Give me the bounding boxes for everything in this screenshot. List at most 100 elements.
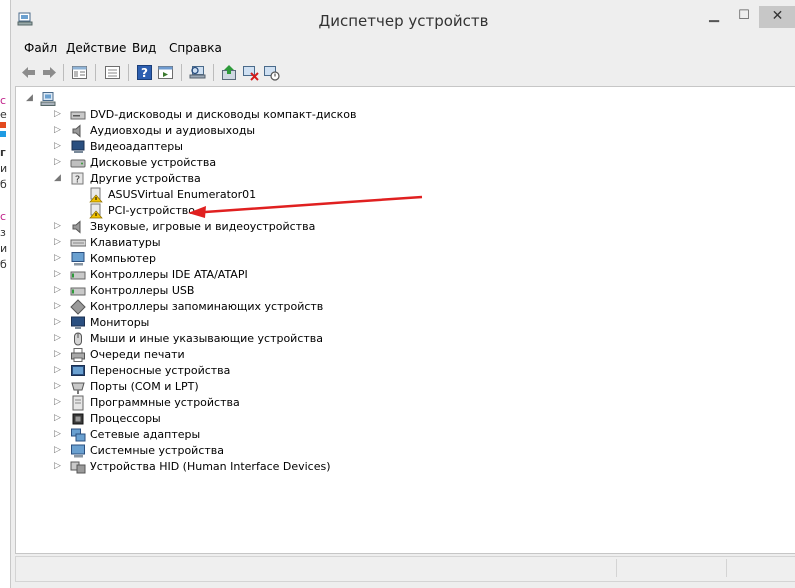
expand-arrow-icon[interactable]: ▷ bbox=[54, 461, 64, 471]
tree-category[interactable]: ▷ Аудиовходы и аудиовыходы bbox=[54, 123, 374, 139]
action-icon[interactable] bbox=[157, 64, 174, 81]
keyboard-icon bbox=[70, 239, 86, 247]
warning-device-icon bbox=[89, 203, 103, 219]
tree-category-label: Другие устройства bbox=[90, 172, 201, 185]
expand-arrow-icon[interactable]: ▷ bbox=[54, 237, 64, 247]
tree-category[interactable]: ▷ Звуковые, игровые и видеоустройства bbox=[54, 219, 374, 235]
tree-category[interactable]: ▷ Компьютер bbox=[54, 251, 374, 267]
tree-category-label: Видеоадаптеры bbox=[90, 140, 183, 153]
expand-arrow-icon[interactable]: ▷ bbox=[54, 445, 64, 455]
menu-action[interactable]: Действие bbox=[66, 41, 126, 55]
update-driver-icon[interactable] bbox=[221, 64, 238, 81]
expand-arrow-icon[interactable]: ▷ bbox=[54, 141, 64, 151]
expand-arrow-icon[interactable]: ▷ bbox=[54, 285, 64, 295]
tree-category-label: Порты (COM и LPT) bbox=[90, 380, 199, 393]
tree-category[interactable]: ▷ Устройства HID (Human Interface Device… bbox=[54, 459, 394, 475]
expand-arrow-icon[interactable]: ▷ bbox=[54, 365, 64, 375]
expand-arrow-icon[interactable]: ▷ bbox=[54, 413, 64, 423]
dvd-drive-icon bbox=[70, 111, 86, 120]
expand-arrow-icon[interactable]: ▷ bbox=[54, 221, 64, 231]
tree-category[interactable]: ▷ Сетевые адаптеры bbox=[54, 427, 374, 443]
tree-category[interactable]: ▷ Программные устройства bbox=[54, 395, 374, 411]
network-adapter-icon bbox=[71, 428, 86, 442]
warning-device-icon bbox=[89, 187, 103, 203]
speaker-icon bbox=[72, 124, 81, 138]
computer-icon bbox=[71, 252, 85, 266]
collapse-arrow-icon[interactable]: ◢ bbox=[54, 173, 64, 183]
menu-file[interactable]: Файл bbox=[24, 41, 57, 55]
tree-category[interactable]: ▷ Порты (COM и LPT) bbox=[54, 379, 374, 395]
expand-arrow-icon[interactable]: ▷ bbox=[54, 157, 64, 167]
hid-device-icon bbox=[70, 461, 86, 474]
tree-category[interactable]: ▷ Процессоры bbox=[54, 411, 374, 427]
processor-icon bbox=[72, 413, 84, 425]
tree-category[interactable]: ▷ Контроллеры USB bbox=[54, 283, 374, 299]
toolbar-separator bbox=[63, 64, 64, 81]
tree-root[interactable]: ◢ bbox=[26, 91, 226, 107]
menu-bar: Файл Действие Вид Справка bbox=[11, 38, 795, 58]
tree-category[interactable]: ▷ Контроллеры IDE ATA/ATAPI bbox=[54, 267, 374, 283]
tree-category[interactable]: ▷ Дисковые устройства bbox=[54, 155, 374, 171]
scan-hardware-icon[interactable] bbox=[189, 64, 206, 81]
tree-category-label: Клавиатуры bbox=[90, 236, 161, 249]
tree-category[interactable]: ▷ Системные устройства bbox=[54, 443, 374, 459]
expand-arrow-icon[interactable]: ▷ bbox=[54, 397, 64, 407]
software-device-icon bbox=[72, 395, 84, 411]
toolbar-separator bbox=[181, 64, 182, 81]
back-arrow-icon[interactable] bbox=[20, 64, 37, 81]
tree-category-label: Контроллеры USB bbox=[90, 284, 195, 297]
tree-category-label: Мониторы bbox=[90, 316, 150, 329]
tree-category-label: Контроллеры IDE ATA/ATAPI bbox=[90, 268, 248, 281]
expand-arrow-icon[interactable]: ▷ bbox=[54, 429, 64, 439]
toolbar-separator bbox=[128, 64, 129, 81]
storage-controller-icon bbox=[70, 299, 86, 315]
expand-arrow-icon[interactable]: ▷ bbox=[54, 301, 64, 311]
forward-arrow-icon[interactable] bbox=[41, 64, 58, 81]
status-bar bbox=[15, 556, 795, 582]
window-title: Диспетчер устройств bbox=[318, 12, 489, 30]
expand-arrow-icon[interactable]: ▷ bbox=[54, 253, 64, 263]
title-bar[interactable]: Диспетчер устройств ▁ ☐ ✕ bbox=[11, 0, 795, 38]
expand-arrow-icon[interactable]: ▷ bbox=[54, 317, 64, 327]
minimize-button[interactable]: ▁ bbox=[699, 6, 729, 28]
tree-device-label: ASUSVirtual Enumerator01 bbox=[108, 188, 257, 201]
expand-arrow-icon[interactable]: ▷ bbox=[54, 125, 64, 135]
tree-device[interactable]: ASUSVirtual Enumerator01 bbox=[88, 187, 308, 203]
toolbar-separator bbox=[213, 64, 214, 81]
uninstall-icon[interactable] bbox=[242, 64, 259, 81]
menu-view[interactable]: Вид bbox=[132, 41, 156, 55]
expand-arrow-icon[interactable]: ▷ bbox=[54, 333, 64, 343]
menu-help[interactable]: Справка bbox=[169, 41, 222, 55]
properties-icon[interactable] bbox=[71, 64, 88, 81]
close-button[interactable]: ✕ bbox=[759, 6, 795, 28]
tree-category[interactable]: ▷ Клавиатуры bbox=[54, 235, 374, 251]
toolbar: ? bbox=[11, 58, 795, 86]
tree-category[interactable]: ▷ Видеоадаптеры bbox=[54, 139, 374, 155]
expand-arrow-icon[interactable]: ▷ bbox=[54, 349, 64, 359]
expand-arrow-icon[interactable]: ▷ bbox=[54, 109, 64, 119]
tree-device[interactable]: PCI-устройство bbox=[88, 203, 308, 219]
toolbar-separator bbox=[95, 64, 96, 81]
tree-category[interactable]: ▷ DVD-дисководы и дисководы компакт-диск… bbox=[54, 107, 374, 123]
tree-category[interactable]: ▷ Мониторы bbox=[54, 315, 374, 331]
collapse-arrow-icon[interactable]: ◢ bbox=[26, 93, 36, 103]
tree-category[interactable]: ▷ Мыши и иные указывающие устройства bbox=[54, 331, 374, 347]
computer-root-icon bbox=[40, 92, 56, 106]
monitor-icon bbox=[71, 316, 85, 329]
maximize-button[interactable]: ☐ bbox=[729, 6, 759, 28]
svg-text:?: ? bbox=[75, 175, 80, 186]
tree-category-expanded[interactable]: ◢ ? Другие устройства bbox=[54, 171, 374, 187]
device-tree[interactable]: ◢ ▷ DVD-дисководы и дисководы компакт-ди… bbox=[15, 86, 795, 554]
help-icon[interactable]: ? bbox=[136, 64, 153, 81]
tree-category[interactable]: ▷ Очереди печати bbox=[54, 347, 374, 363]
device-manager-window: Диспетчер устройств ▁ ☐ ✕ Файл Действие … bbox=[10, 0, 795, 588]
tree-category[interactable]: ▷ Контроллеры запоминающих устройств bbox=[54, 299, 374, 315]
tree-category[interactable]: ▷ Переносные устройства bbox=[54, 363, 374, 379]
expand-arrow-icon[interactable]: ▷ bbox=[54, 269, 64, 279]
show-hidden-icon[interactable] bbox=[104, 64, 121, 81]
tree-category-label: Дисковые устройства bbox=[90, 156, 217, 169]
display-adapter-icon bbox=[71, 140, 85, 153]
disable-device-icon[interactable] bbox=[263, 64, 280, 81]
expand-arrow-icon[interactable]: ▷ bbox=[54, 381, 64, 391]
tree-category-label: Очереди печати bbox=[90, 348, 185, 361]
